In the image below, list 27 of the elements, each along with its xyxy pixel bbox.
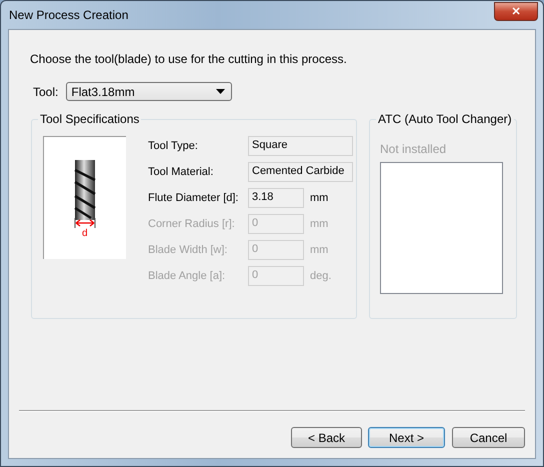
- wizard-button[interactable]: Cancel: [452, 427, 525, 448]
- field-label: Tool Material:: [148, 166, 214, 178]
- wizard-button[interactable]: < Back: [291, 427, 362, 448]
- atc-list-box[interactable]: [380, 162, 503, 294]
- group-title: Tool Specifications: [38, 112, 142, 126]
- end-mill-drawing: d: [65, 158, 105, 238]
- window-title: New Process Creation: [8, 8, 128, 22]
- field-label: Flute Diameter [d]:: [148, 192, 240, 204]
- unit-label: deg.: [310, 270, 332, 282]
- value-field[interactable]: Cemented Carbide: [248, 162, 353, 182]
- unit-label: mm: [310, 218, 328, 230]
- wizard-button[interactable]: Next >: [368, 427, 445, 448]
- value-field[interactable]: 3.18: [248, 188, 304, 208]
- field-label: Corner Radius [r]:: [148, 218, 236, 230]
- value-field[interactable]: Square: [248, 136, 353, 156]
- field-label: Blade Width [w]:: [148, 244, 228, 256]
- unit-label: mm: [310, 244, 328, 256]
- field-label: Blade Angle [a]:: [148, 270, 226, 282]
- group-title: ATC (Auto Tool Changer): [376, 112, 514, 126]
- instruction-text: Choose the tool(blade) to use for the cutting in this process.: [30, 52, 348, 66]
- field-label: Tool Type:: [148, 140, 199, 152]
- tool-dropdown[interactable]: Flat3.18mm: [66, 82, 232, 101]
- dropdown-arrow-icon: [216, 89, 226, 94]
- atc-status-text: Not installed: [380, 142, 448, 156]
- unit-label: mm: [310, 192, 328, 204]
- tool-label: Tool:: [33, 84, 58, 98]
- close-button[interactable]: ✕: [494, 2, 538, 20]
